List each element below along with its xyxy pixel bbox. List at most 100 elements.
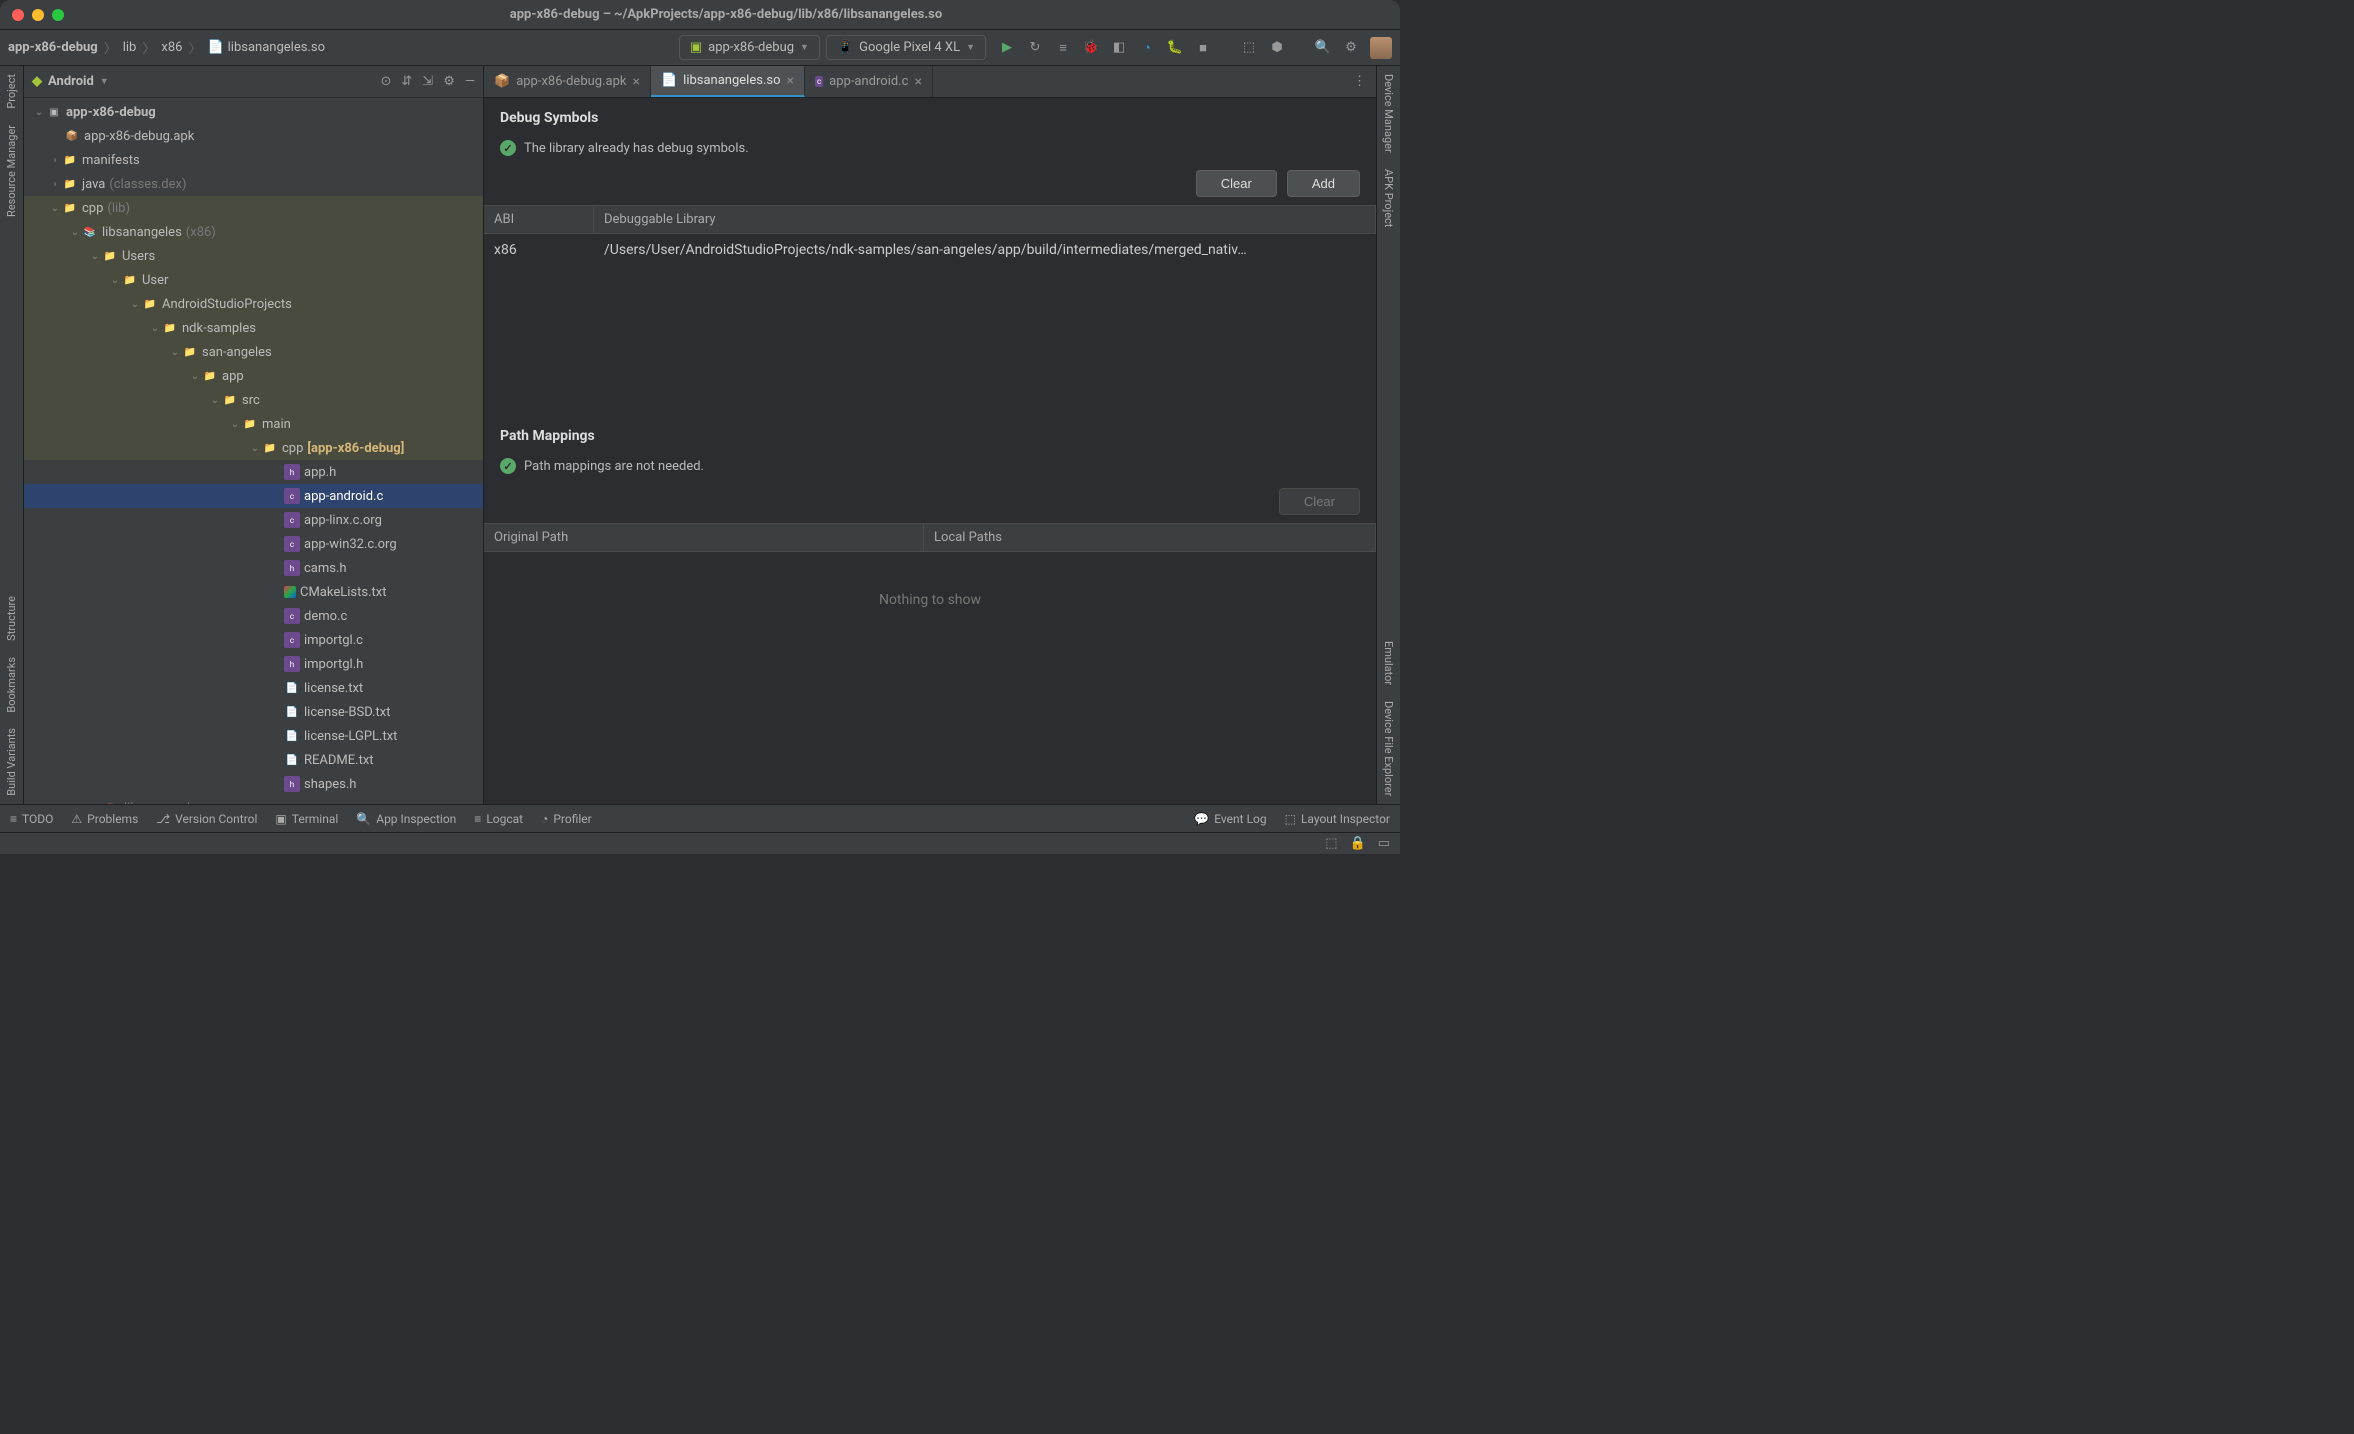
app-inspection-tool-button[interactable]: 🔍App Inspection — [356, 812, 456, 826]
expand-all-icon[interactable]: ⇵ — [401, 74, 412, 89]
c-file-icon: c — [284, 488, 300, 504]
library-icon: 📚 — [82, 224, 98, 240]
device-file-explorer-tool-tab[interactable]: Device File Explorer — [1382, 693, 1395, 804]
tree-item-file[interactable]: h app.h — [24, 460, 483, 484]
tree-item-file[interactable]: 📄 license-BSD.txt — [24, 700, 483, 724]
table-row[interactable]: x86 /Users/User/AndroidStudioProjects/nd… — [484, 234, 1376, 266]
layout-inspector-tool-button[interactable]: ⬚Layout Inspector — [1285, 812, 1390, 826]
settings-icon[interactable]: ⚙ — [443, 74, 455, 89]
emulator-tool-tab[interactable]: Emulator — [1382, 633, 1395, 693]
debug-symbols-status: ✓ The library already has debug symbols. — [484, 134, 1376, 162]
chevron-down-icon: ⌄ — [88, 251, 102, 262]
tree-item-file[interactable]: h cams.h — [24, 556, 483, 580]
tree-item-file[interactable]: 📚 libsanangeles.so — [24, 796, 483, 804]
tree-item-main[interactable]: ⌄ 📁 main — [24, 412, 483, 436]
phone-icon: 📱 — [837, 40, 853, 55]
terminal-tool-button[interactable]: ▣Terminal — [275, 812, 338, 826]
project-view-selector[interactable]: ◆ Android ▼ — [32, 74, 109, 89]
device-selector[interactable]: 📱 Google Pixel 4 XL ▼ — [826, 35, 986, 60]
tree-item-file-selected[interactable]: c app-android.c — [24, 484, 483, 508]
tree-item-app[interactable]: ⌄ 📁 app — [24, 364, 483, 388]
tree-item-ndk[interactable]: ⌄ 📁 ndk-samples — [24, 316, 483, 340]
breadcrumb-project[interactable]: app-x86-debug — [8, 40, 98, 55]
minimize-window-button[interactable] — [32, 9, 44, 21]
stop-button[interactable]: ■ — [1194, 39, 1212, 57]
tree-item-apk[interactable]: 📦 app-x86-debug.apk — [24, 124, 483, 148]
tab-overflow-button[interactable]: ⋮ — [1343, 66, 1376, 97]
ide-status-icon[interactable]: ⬚ — [1325, 836, 1337, 851]
search-button[interactable]: 🔍 — [1314, 39, 1332, 57]
project-tool-tab[interactable]: Project — [5, 66, 18, 117]
apply-changes-button[interactable]: ↻ — [1026, 39, 1044, 57]
col-header-lib: Debuggable Library — [594, 206, 1376, 233]
close-tab-icon[interactable]: × — [914, 74, 921, 90]
tree-item-java[interactable]: › 📁 java (classes.dex) — [24, 172, 483, 196]
close-window-button[interactable] — [12, 9, 24, 21]
bookmarks-tool-tab[interactable]: Bookmarks — [5, 649, 18, 721]
user-avatar[interactable] — [1370, 37, 1392, 59]
tree-item-root[interactable]: ⌄ ▣ app-x86-debug — [24, 100, 483, 124]
tab-c[interactable]: c app-android.c × — [805, 66, 933, 97]
profile-button[interactable]: ◔ — [1138, 39, 1156, 57]
settings-button[interactable]: ⚙ — [1342, 39, 1360, 57]
device-manager-tool-tab[interactable]: Device Manager — [1382, 66, 1395, 161]
chevron-right-icon: 〉 — [188, 38, 201, 57]
breadcrumb-file[interactable]: 📄 libsanangeles.so — [207, 40, 325, 55]
logcat-tool-button[interactable]: ≡Logcat — [474, 812, 523, 826]
tree-item-sanangeles[interactable]: ⌄ 📁 san-angeles — [24, 340, 483, 364]
tree-item-libsanangeles[interactable]: ⌄ 📚 libsanangeles (x86) — [24, 220, 483, 244]
resource-manager-tool-tab[interactable]: Resource Manager — [5, 117, 18, 225]
tree-item-manifests[interactable]: › 📁 manifests — [24, 148, 483, 172]
tree-item-file[interactable]: c app-linx.c.org — [24, 508, 483, 532]
project-tree[interactable]: ⌄ ▣ app-x86-debug 📦 app-x86-debug.apk › … — [24, 98, 483, 804]
avd-manager-button[interactable]: ⬢ — [1268, 39, 1286, 57]
profiler-tool-button[interactable]: ◔Profiler — [541, 812, 592, 826]
debug-clear-button[interactable]: Clear — [1196, 170, 1277, 197]
breadcrumb-arch[interactable]: x86 — [161, 40, 182, 55]
tree-item-asp[interactable]: ⌄ 📁 AndroidStudioProjects — [24, 292, 483, 316]
tree-item-users[interactable]: ⌄ 📁 Users — [24, 244, 483, 268]
sync-project-button[interactable]: ⬚ — [1240, 39, 1258, 57]
chevron-right-icon: › — [48, 155, 62, 166]
build-variants-tool-tab[interactable]: Build Variants — [5, 720, 18, 804]
lock-icon[interactable]: 🔒 — [1350, 836, 1366, 851]
collapse-all-icon[interactable]: ⇲ — [422, 74, 433, 89]
tree-item-file[interactable]: h importgl.h — [24, 652, 483, 676]
tree-item-cpp[interactable]: ⌄ 📁 cpp (lib) — [24, 196, 483, 220]
tree-item-cpp-module[interactable]: ⌄ 📁 cpp [app-x86-debug] — [24, 436, 483, 460]
attach-debugger-button[interactable]: 🐛 — [1166, 39, 1184, 57]
tree-item-file[interactable]: c demo.c — [24, 604, 483, 628]
breadcrumb-lib[interactable]: lib — [123, 40, 137, 55]
problems-tool-button[interactable]: ⚠Problems — [71, 812, 138, 826]
select-opened-file-icon[interactable]: ⊙ — [380, 74, 391, 89]
coverage-button[interactable]: ◧ — [1110, 39, 1128, 57]
close-tab-icon[interactable]: × — [787, 73, 794, 89]
run-button[interactable]: ▶ — [998, 39, 1016, 57]
apply-code-changes-button[interactable]: ≡ — [1054, 39, 1072, 57]
debug-add-button[interactable]: Add — [1287, 170, 1360, 197]
event-log-tool-button[interactable]: 💬Event Log — [1194, 812, 1266, 826]
hide-panel-icon[interactable]: — — [465, 74, 475, 89]
apk-project-tool-tab[interactable]: APK Project — [1382, 161, 1395, 235]
tab-apk[interactable]: 📦 app-x86-debug.apk × — [484, 66, 651, 97]
maximize-window-button[interactable] — [52, 9, 64, 21]
tree-item-src[interactable]: ⌄ 📁 src — [24, 388, 483, 412]
debug-button[interactable]: 🐞 — [1082, 39, 1100, 57]
file-icon: 📄 — [207, 40, 223, 55]
tree-item-file[interactable]: 📄 license-LGPL.txt — [24, 724, 483, 748]
tree-item-file[interactable]: h shapes.h — [24, 772, 483, 796]
tree-item-file[interactable]: c app-win32.c.org — [24, 532, 483, 556]
vcs-tool-button[interactable]: ⎇Version Control — [156, 812, 257, 826]
tree-item-user[interactable]: ⌄ 📁 User — [24, 268, 483, 292]
close-tab-icon[interactable]: × — [632, 74, 639, 90]
tab-so[interactable]: 📄 libsanangeles.so × — [651, 66, 805, 97]
tree-item-file[interactable]: c importgl.c — [24, 628, 483, 652]
tree-item-file[interactable]: 📄 README.txt — [24, 748, 483, 772]
layout-icon: ⬚ — [1285, 812, 1296, 826]
todo-tool-button[interactable]: ≡TODO — [10, 812, 53, 826]
run-configuration-selector[interactable]: ▣ app-x86-debug ▼ — [679, 35, 820, 60]
tree-item-file[interactable]: 📄 license.txt — [24, 676, 483, 700]
structure-tool-tab[interactable]: Structure — [5, 588, 18, 649]
tree-item-file[interactable]: CMakeLists.txt — [24, 580, 483, 604]
notification-icon[interactable]: ▭ — [1378, 836, 1390, 851]
